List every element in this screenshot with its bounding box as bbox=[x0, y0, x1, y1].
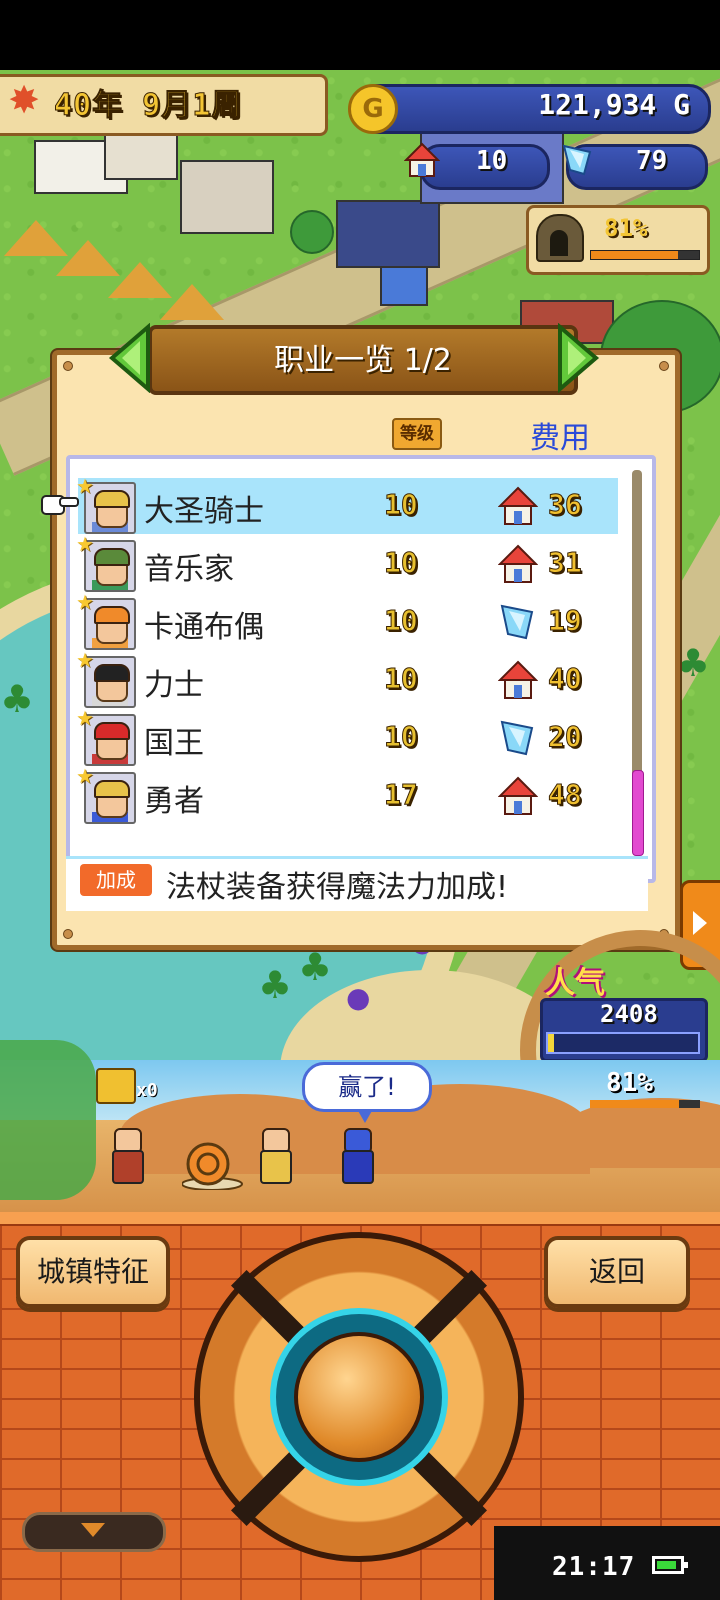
job-row[interactable]: ★ 卡通布偶 10 19 bbox=[76, 590, 618, 650]
job-cost: 36 bbox=[548, 488, 583, 522]
popularity-bar-fill bbox=[548, 1034, 554, 1052]
job-name: 音乐家 bbox=[144, 552, 234, 587]
battle-bar bbox=[590, 1100, 700, 1108]
job-name: 国王 bbox=[144, 726, 204, 761]
facility-bar-fill bbox=[591, 251, 679, 259]
crystal-icon bbox=[562, 144, 592, 176]
job-row[interactable]: ★ 大圣骑士 10 36 bbox=[76, 474, 618, 534]
job-level: 10 bbox=[384, 720, 419, 754]
job-level: 17 bbox=[384, 778, 419, 812]
palm-tree-icon: ♣ bbox=[0, 677, 35, 721]
star-icon: ★ bbox=[76, 648, 94, 672]
rivet bbox=[63, 361, 73, 371]
popularity-bar bbox=[546, 1032, 700, 1054]
crystal-icon bbox=[500, 604, 534, 640]
house-icon bbox=[498, 486, 538, 525]
job-level: 10 bbox=[384, 604, 419, 638]
houses-count: 10 bbox=[476, 146, 508, 176]
cost-column-header: 费用 bbox=[530, 421, 590, 456]
star-icon: ★ bbox=[76, 590, 94, 614]
house-icon bbox=[404, 142, 440, 177]
job-name: 卡通布偶 bbox=[144, 610, 264, 645]
battery-level bbox=[657, 1561, 676, 1569]
dial-center-button[interactable] bbox=[294, 1332, 424, 1462]
dragon-monster bbox=[0, 1040, 96, 1200]
level-column-header: 等级 bbox=[392, 418, 442, 450]
job-cost: 20 bbox=[548, 720, 583, 754]
tree bbox=[290, 210, 334, 254]
back-button[interactable]: 返回 bbox=[544, 1236, 690, 1308]
job-cost: 40 bbox=[548, 662, 583, 696]
sand-dune bbox=[560, 1098, 720, 1168]
palm-tree-icon: ♣ bbox=[258, 963, 293, 1007]
dialog-title: 职业一览 1/2 bbox=[274, 343, 452, 378]
knight-sprite bbox=[254, 1118, 294, 1188]
job-level: 10 bbox=[384, 488, 419, 522]
star-icon: ★ bbox=[76, 706, 94, 730]
job-name: 勇者 bbox=[144, 784, 204, 819]
job-cost: 31 bbox=[548, 546, 583, 580]
job-row[interactable]: ★ 音乐家 10 31 bbox=[76, 532, 618, 592]
facility-bar bbox=[590, 250, 700, 260]
maple-leaf-icon: ✸ bbox=[8, 78, 40, 122]
temple-building[interactable] bbox=[336, 200, 440, 268]
job-name: 力士 bbox=[144, 668, 204, 703]
popularity-value: 2408 bbox=[600, 1000, 658, 1028]
bonus-badge: 加成 bbox=[80, 864, 152, 896]
chest-count: x0 bbox=[136, 1080, 158, 1101]
battle-bar-fill bbox=[590, 1100, 680, 1108]
facility-percent: 81% bbox=[604, 214, 648, 242]
octopus-monster-icon[interactable]: ● bbox=[346, 984, 370, 1012]
prev-page-arrow[interactable] bbox=[108, 323, 152, 393]
game-screen: ♣ ♣ ♣ ♣ ● ● ✸ 40年 9月1周 G 121,934 G 10 79… bbox=[0, 0, 720, 1600]
battle-percent: 81% bbox=[606, 1068, 653, 1098]
job-cost: 48 bbox=[548, 778, 583, 812]
hero-sprite bbox=[336, 1118, 376, 1188]
popularity-label: 人气 bbox=[545, 966, 605, 1001]
speech-bubble: 赢了! bbox=[302, 1062, 432, 1123]
pointing-hand-icon bbox=[41, 495, 79, 515]
gold-coin-icon: G bbox=[348, 84, 398, 134]
job-level: 10 bbox=[384, 546, 419, 580]
job-row[interactable]: ★ 国王 10 20 bbox=[76, 706, 618, 766]
house-icon bbox=[498, 544, 538, 583]
job-cost: 19 bbox=[548, 604, 583, 638]
scrollbar-thumb[interactable] bbox=[632, 770, 644, 856]
house-icon bbox=[498, 776, 538, 815]
job-name: 大圣骑士 bbox=[144, 494, 264, 529]
house-icon bbox=[498, 660, 538, 699]
building[interactable] bbox=[380, 266, 428, 306]
brick-ledge bbox=[0, 1212, 720, 1226]
money-amount: 121,934 G bbox=[538, 88, 690, 121]
rivet bbox=[63, 929, 73, 939]
snail-sprite bbox=[182, 1142, 243, 1190]
town-features-button[interactable]: 城镇特征 bbox=[16, 1236, 170, 1308]
crystals-count: 79 bbox=[636, 146, 668, 176]
battery-icon bbox=[652, 1556, 688, 1574]
star-icon: ★ bbox=[76, 764, 94, 788]
job-level: 10 bbox=[384, 662, 419, 696]
bonus-description: 法杖装备获得魔法力加成! bbox=[166, 870, 509, 905]
main-menu-dial[interactable] bbox=[194, 1232, 524, 1562]
cave-icon bbox=[536, 214, 584, 262]
star-icon: ★ bbox=[76, 532, 94, 556]
straw-hut bbox=[160, 284, 224, 320]
treasure-chest-icon bbox=[96, 1068, 136, 1104]
palm-tree-icon: ♣ bbox=[298, 945, 333, 989]
building[interactable] bbox=[180, 160, 274, 234]
adventurer-sprite bbox=[106, 1118, 146, 1188]
next-page-arrow[interactable] bbox=[556, 323, 600, 393]
crystal-icon bbox=[500, 720, 534, 756]
job-row[interactable]: ★ 力士 10 40 bbox=[76, 648, 618, 708]
game-date: 40年 9月1周 bbox=[53, 88, 243, 124]
job-row[interactable]: ★ 勇者 17 48 bbox=[76, 764, 618, 824]
rivet bbox=[659, 361, 669, 371]
clock: 21:17 bbox=[552, 1552, 636, 1582]
expand-menu-tab[interactable] bbox=[22, 1512, 166, 1552]
palm-tree-icon: ♣ bbox=[676, 641, 711, 685]
